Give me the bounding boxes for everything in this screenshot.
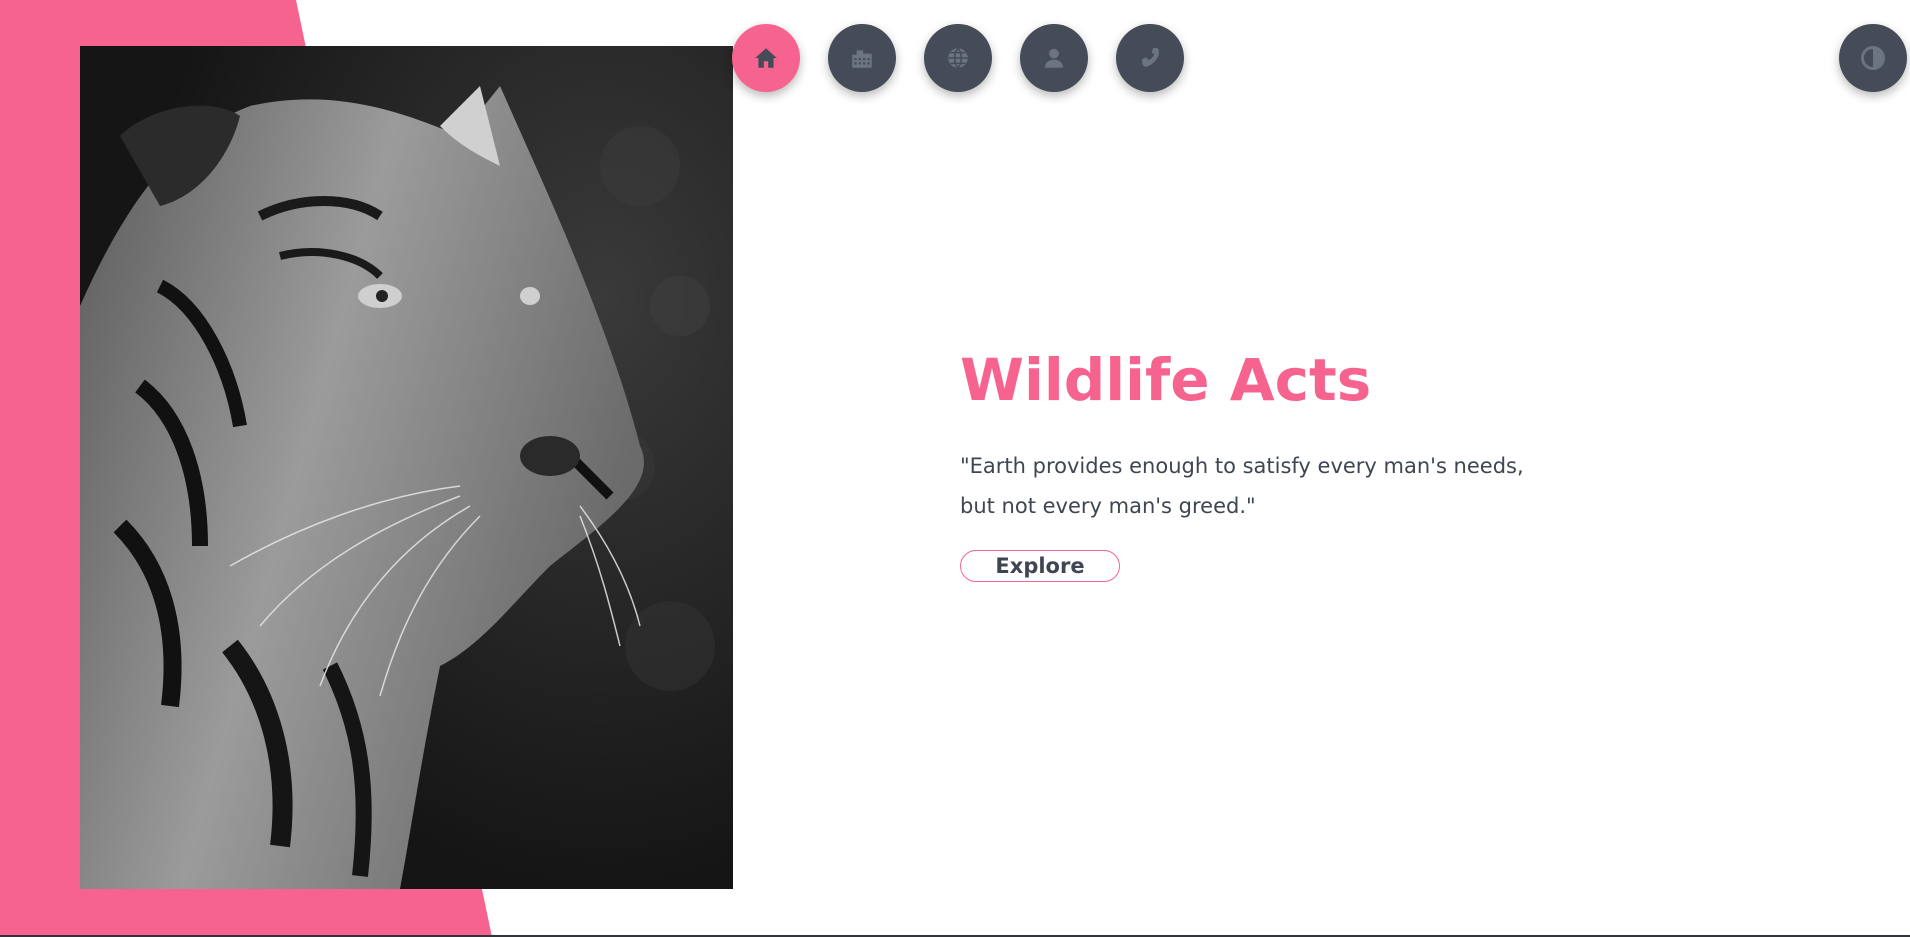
phone-icon [1141,47,1159,67]
quote-line-1: "Earth provides enough to satisfy every … [960,454,1524,478]
nav-home-button[interactable] [732,24,800,92]
nav-globe-button[interactable] [924,24,992,92]
globe-icon [948,47,968,69]
hero-content: Wildlife Acts "Earth provides enough to … [960,340,1600,582]
quote-line-2: but not every man's greed." [960,494,1256,518]
contrast-icon [1861,46,1885,70]
building-icon [852,50,872,68]
theme-toggle-button[interactable] [1839,24,1907,92]
nav-user-button[interactable] [1020,24,1088,92]
page-title: Wildlife Acts [960,346,1372,414]
nav-phone-button[interactable] [1116,24,1184,92]
home-icon [755,48,777,68]
user-icon [1044,48,1064,68]
explore-button[interactable]: Explore [960,550,1120,582]
top-navigation [732,24,1184,92]
nav-building-button[interactable] [828,24,896,92]
hero-quote: "Earth provides enough to satisfy every … [960,446,1560,526]
tiger-image [80,46,733,889]
